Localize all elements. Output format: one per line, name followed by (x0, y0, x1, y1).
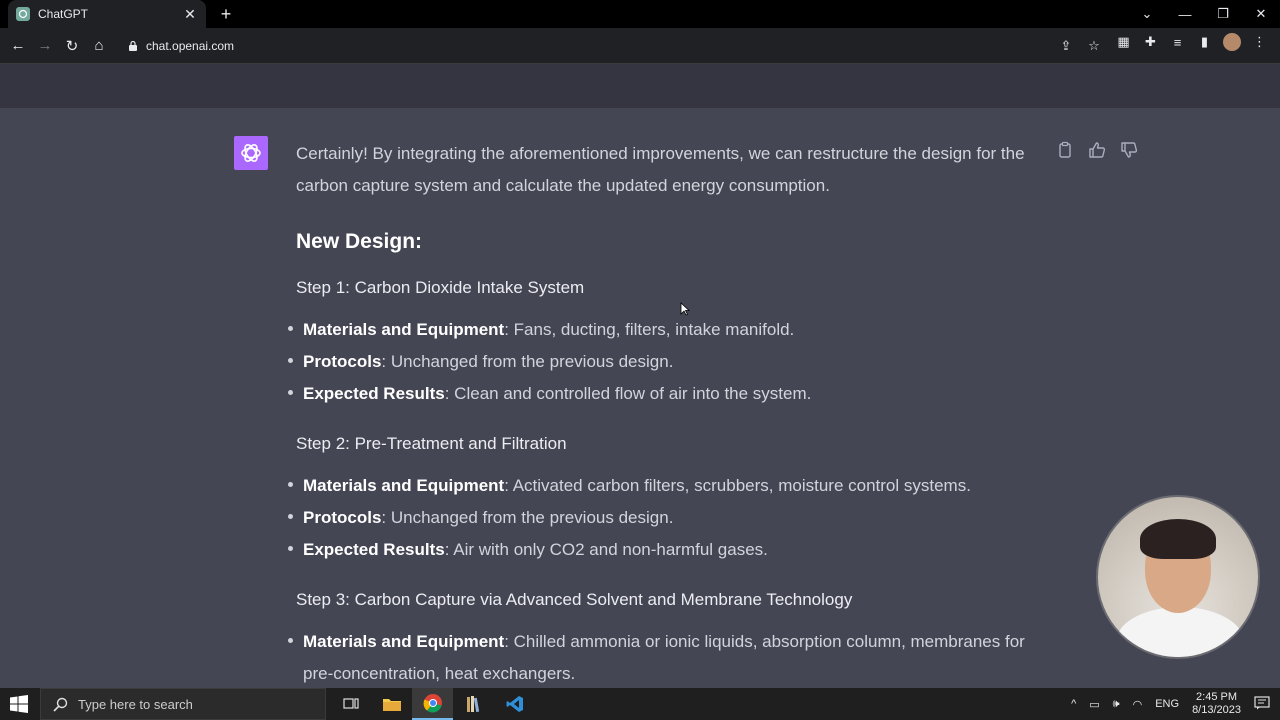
copy-clipboard-icon[interactable] (1056, 140, 1074, 160)
tab-close-icon[interactable]: ✕ (182, 6, 198, 23)
language-indicator[interactable]: ENG (1155, 698, 1179, 710)
restore-button[interactable]: ❐ (1204, 0, 1242, 28)
vscode-icon[interactable] (494, 688, 535, 720)
message-actions (1056, 140, 1138, 160)
new-tab-button[interactable]: + (216, 4, 236, 24)
windows-start-icon[interactable] (10, 695, 28, 713)
clock-time: 2:45 PM (1196, 691, 1238, 703)
mouse-cursor-icon (680, 302, 690, 316)
notification-center-icon[interactable] (1254, 695, 1270, 713)
tab-search-icon[interactable]: ⌄ (1128, 0, 1166, 28)
browser-tab-strip: ChatGPT ✕ + ⌄ — ❐ ✕ (0, 0, 1280, 28)
lock-icon (129, 40, 137, 51)
search-placeholder: Type here to search (78, 696, 193, 712)
list-item: Materials and Equipment: Chilled ammonia… (288, 626, 1036, 690)
url-text: chat.openai.com (146, 39, 235, 53)
list-item: Expected Results: Air with only CO2 and … (288, 534, 1036, 566)
webcam-overlay (1096, 495, 1260, 659)
books-app-icon[interactable] (453, 688, 494, 720)
person-shirt (1116, 607, 1244, 657)
thumbs-up-icon[interactable] (1088, 140, 1106, 160)
home-button[interactable]: ⌂ (86, 33, 112, 59)
assistant-message: Certainly! By integrating the aforementi… (288, 138, 1036, 712)
chat-top-area (0, 64, 1280, 108)
step-title: Step 2: Pre-Treatment and Filtration (296, 434, 567, 453)
side-panel-icon[interactable]: ▮ (1196, 34, 1213, 50)
battery-icon[interactable]: ▭ (1089, 698, 1099, 711)
menu-kebab-icon[interactable]: ⋮ (1251, 34, 1268, 50)
tray-expand-icon[interactable]: ^ (1071, 698, 1076, 710)
message-heading: New Design: (296, 230, 423, 253)
person-hair (1140, 519, 1216, 559)
minimize-button[interactable]: — (1166, 0, 1204, 28)
message-intro: Certainly! By integrating the aforementi… (296, 144, 1025, 195)
tab-title: ChatGPT (38, 7, 89, 21)
wifi-icon[interactable]: ◠ (1133, 698, 1143, 711)
apps-grid-icon[interactable]: ▦ (1115, 34, 1132, 50)
share-icon[interactable]: ⇪ (1058, 38, 1074, 54)
search-icon (53, 697, 68, 712)
extensions-puzzle-icon[interactable]: ✚ (1142, 34, 1159, 50)
media-queue-icon[interactable]: ≡ (1169, 35, 1186, 50)
clock[interactable]: 2:45 PM 8/13/2023 (1192, 691, 1241, 717)
address-bar[interactable]: chat.openai.com ⇪ ☆ (116, 32, 1110, 60)
list-item: Materials and Equipment: Activated carbo… (288, 470, 1036, 502)
system-tray: ^ ▭ 🕪 ◠ ENG 2:45 PM 8/13/2023 (1071, 688, 1270, 720)
step-bullets: Materials and Equipment: Chilled ammonia… (288, 626, 1036, 690)
forward-button[interactable]: → (32, 33, 58, 59)
browser-toolbar: ← → ↻ ⌂ chat.openai.com ⇪ ☆ (0, 28, 1280, 64)
profile-avatar[interactable] (1223, 33, 1241, 51)
taskbar-search-input[interactable]: Type here to search (40, 688, 326, 720)
reload-button[interactable]: ↻ (59, 33, 85, 59)
step-bullets: Materials and Equipment: Activated carbo… (288, 470, 1036, 566)
openai-favicon-icon (16, 7, 30, 21)
step-title: Step 1: Carbon Dioxide Intake System (296, 278, 585, 297)
windows-taskbar: Type here to search ^ ▭ 🕪 ◠ ENG 2:45 PM … (0, 688, 1280, 720)
volume-icon[interactable]: 🕪 (1113, 698, 1120, 711)
close-window-button[interactable]: ✕ (1242, 0, 1280, 28)
list-item: Protocols: Unchanged from the previous d… (288, 502, 1036, 534)
file-explorer-icon[interactable] (371, 688, 412, 720)
list-item: Materials and Equipment: Fans, ducting, … (288, 314, 1036, 346)
extension-icons: ▦ ✚ ≡ ▮ ⋮ (1115, 33, 1268, 51)
back-button[interactable]: ← (5, 33, 31, 59)
task-view-icon[interactable] (330, 688, 371, 720)
list-item: Protocols: Unchanged from the previous d… (288, 346, 1036, 378)
window-controls: ⌄ — ❐ ✕ (1128, 0, 1280, 28)
taskbar-apps (330, 688, 535, 720)
tab-chatgpt[interactable]: ChatGPT ✕ (8, 0, 206, 28)
step-bullets: Materials and Equipment: Fans, ducting, … (288, 314, 1036, 410)
chrome-icon[interactable] (412, 688, 453, 720)
list-item: Expected Results: Clean and controlled f… (288, 378, 1036, 410)
clock-date: 8/13/2023 (1192, 704, 1241, 716)
thumbs-down-icon[interactable] (1120, 140, 1138, 160)
chatgpt-avatar-icon (234, 136, 268, 170)
step-title: Step 3: Carbon Capture via Advanced Solv… (296, 590, 853, 609)
bookmark-star-icon[interactable]: ☆ (1086, 38, 1102, 54)
